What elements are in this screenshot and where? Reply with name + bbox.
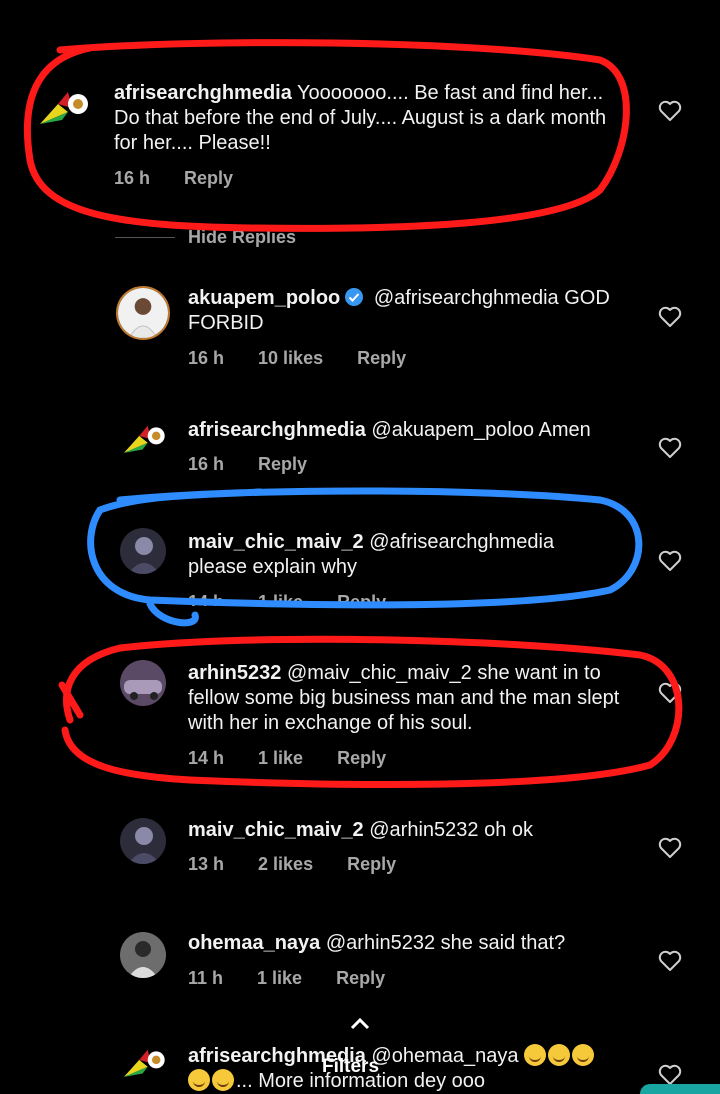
heart-outline-icon[interactable] [658,837,682,859]
likes-count[interactable]: 1 like [258,592,303,606]
comment-text: afrisearchghmedia @akuapem_poloo Amen [188,418,658,443]
likes-count[interactable]: 2 likes [258,854,313,875]
filters-button[interactable]: Filters [322,1056,379,1078]
likes-count[interactable]: 10 likes [258,348,323,369]
comment-username[interactable]: afrisearchghmedia [114,82,292,104]
comment-time: 13 h [188,854,225,874]
reply-button[interactable]: Reply [347,854,396,875]
comment-meta: 16 h Reply [188,454,341,475]
comment-username[interactable]: maiv_chic_maiv_2 [188,819,364,841]
heart-outline-icon[interactable] [658,100,682,122]
laughing-emoji-icon [188,1069,210,1091]
heart-outline-icon[interactable] [658,1064,682,1086]
afrisearch-logo-avatar[interactable] [122,1048,170,1082]
comment-meta: 13 h 2 likes Reply [188,854,430,875]
comment-time: 16 h [188,348,225,368]
verified-badge-icon [344,287,364,307]
reply-button[interactable]: Reply [336,968,385,989]
heart-outline-icon[interactable] [658,306,682,328]
comment-username[interactable]: arhin5232 [188,662,281,684]
user-avatar[interactable] [120,528,166,574]
laughing-emoji-icon [212,1069,234,1091]
comment-time: 16 h [188,454,225,474]
user-avatar[interactable] [120,660,166,706]
user-avatar[interactable] [116,286,170,340]
reply-button[interactable]: Reply [357,348,406,369]
comment-body: @arhin5232 oh ok [363,819,533,841]
comment-text: ohemaa_naya @arhin5232 she said that? [188,931,648,956]
user-avatar[interactable] [120,932,166,978]
afrisearch-logo-avatar[interactable] [122,424,170,458]
likes-count[interactable]: 1 like [258,748,303,769]
comment-text: arhin5232 @maiv_chic_maiv_2 she want in … [188,661,648,736]
user-avatar[interactable] [120,818,166,864]
comment-meta: 14 h 1 like Reply [188,592,420,606]
floating-button-edge[interactable] [640,1084,720,1094]
comment-text: maiv_chic_maiv_2 @afrisearchghmedia plea… [188,530,618,580]
comment-text: afrisearchghmedia @ohemaa_naya ... More … [188,1044,638,1094]
comment-text: maiv_chic_maiv_2 @arhin5232 oh ok [188,818,648,843]
comment-time: 14 h [188,748,225,768]
comment-time: 14 h [188,592,225,606]
comment-username[interactable]: akuapem_poloo [188,287,340,309]
laughing-emoji-icon [548,1044,571,1066]
comment-username[interactable]: ohemaa_naya [188,932,320,954]
heart-outline-icon[interactable] [658,950,682,972]
hide-replies-button[interactable]: Hide Replies [188,227,296,248]
comment-meta: 16 h Reply [114,168,267,189]
comment-username[interactable]: afrisearchghmedia [188,419,366,441]
laughing-emoji-icon [524,1044,547,1066]
comment-meta: 11 h 1 like Reply [188,968,419,989]
comment-username[interactable]: maiv_chic_maiv_2 [188,531,364,553]
chevron-up-icon[interactable] [349,1016,371,1030]
comment-time: 11 h [188,968,224,988]
comment-text: afrisearchghmedia Yooooooo.... Be fast a… [114,81,614,156]
comment-time: 16 h [114,168,151,188]
heart-outline-icon[interactable] [658,550,682,572]
comment-body: @akuapem_poloo Amen [365,419,591,441]
heart-outline-icon[interactable] [658,437,682,459]
comment-body: @arhin5232 she said that? [320,932,566,954]
comment-body: @ohemaa_naya [365,1045,519,1067]
divider [115,237,175,238]
reply-button[interactable]: Reply [258,454,307,475]
comment-meta: 16 h 10 likes Reply [188,348,440,369]
comment-meta: 14 h 1 like Reply [188,748,420,769]
afrisearch-logo-avatar[interactable] [38,90,94,130]
reply-button[interactable]: Reply [337,592,386,606]
heart-outline-icon[interactable] [658,682,682,704]
laughing-emoji-icon [572,1044,595,1066]
reply-button[interactable]: Reply [337,748,386,769]
reply-button[interactable]: Reply [184,168,233,189]
comment-text: akuapem_poloo @afrisearchghmedia GOD FOR… [188,286,628,336]
likes-count[interactable]: 1 like [257,968,302,989]
